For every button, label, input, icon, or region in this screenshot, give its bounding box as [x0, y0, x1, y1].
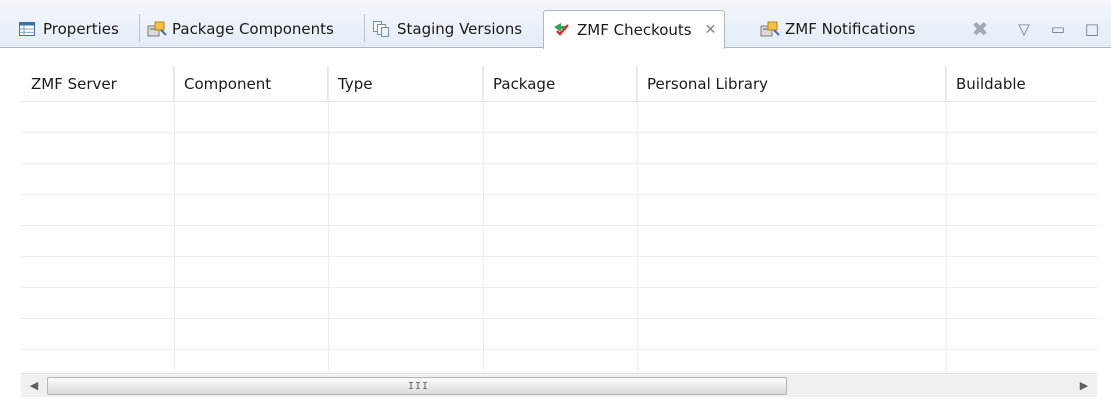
tab-label: ZMF Checkouts — [577, 21, 692, 39]
table-row[interactable] — [21, 164, 1097, 195]
tab-zmf-notifications[interactable]: ZMF Notifications — [752, 10, 924, 48]
view-controls: ✖ ▽ ▭ □ — [971, 12, 1101, 46]
horizontal-scrollbar[interactable]: ◀ III ▶ — [21, 373, 1097, 397]
column-header-component[interactable]: Component — [174, 66, 328, 102]
tab-label: Staging Versions — [397, 20, 523, 38]
column-header-personal-library[interactable]: Personal Library — [637, 66, 946, 102]
scrollbar-grip: III — [408, 381, 430, 392]
column-divider — [637, 66, 638, 372]
table-row[interactable] — [21, 226, 1097, 257]
staging-versions-icon — [372, 20, 390, 38]
tab-properties[interactable]: Properties — [10, 10, 127, 48]
scroll-left-icon[interactable]: ◀ — [25, 376, 43, 396]
checkouts-table: ZMF Server Component Type Package Person… — [21, 66, 1097, 372]
view-tab-bar: Properties Package Components Staging Ve… — [0, 0, 1111, 49]
remove-all-icon[interactable]: ✖ — [971, 17, 989, 41]
column-header-buildable[interactable]: Buildable — [946, 66, 1097, 102]
table-row[interactable] — [21, 288, 1097, 319]
column-divider — [328, 66, 329, 372]
tab-package-components[interactable]: Package Components — [139, 10, 342, 48]
table-header: ZMF Server Component Type Package Person… — [21, 66, 1097, 102]
table-row[interactable] — [21, 257, 1097, 288]
zmf-checkouts-icon — [552, 21, 570, 39]
scroll-right-icon[interactable]: ▶ — [1075, 376, 1093, 396]
scrollbar-thumb[interactable]: III — [47, 377, 787, 395]
tab-label: ZMF Notifications — [785, 20, 916, 38]
column-header-type[interactable]: Type — [328, 66, 483, 102]
tab-staging-versions[interactable]: Staging Versions — [364, 10, 530, 48]
column-divider — [174, 66, 175, 372]
column-divider — [483, 66, 484, 372]
view-menu-icon[interactable]: ▽ — [1015, 20, 1033, 38]
table-row[interactable] — [21, 102, 1097, 133]
maximize-icon[interactable]: □ — [1083, 20, 1101, 38]
close-tab-icon[interactable]: ✕ — [705, 22, 717, 38]
table-row[interactable] — [21, 133, 1097, 164]
table-body — [21, 102, 1097, 372]
package-components-icon — [147, 20, 167, 38]
tab-label: Package Components — [172, 20, 334, 38]
zmf-notifications-icon — [760, 20, 780, 38]
table-row[interactable] — [21, 195, 1097, 226]
table-row[interactable] — [21, 350, 1097, 372]
properties-table-icon — [18, 20, 36, 38]
column-header-package[interactable]: Package — [483, 66, 637, 102]
column-header-zmf-server[interactable]: ZMF Server — [21, 66, 174, 102]
column-divider — [946, 66, 947, 372]
minimize-icon[interactable]: ▭ — [1049, 20, 1067, 38]
tab-label: Properties — [43, 20, 119, 38]
tab-zmf-checkouts[interactable]: ZMF Checkouts ✕ — [543, 10, 726, 49]
table-row[interactable] — [21, 319, 1097, 350]
